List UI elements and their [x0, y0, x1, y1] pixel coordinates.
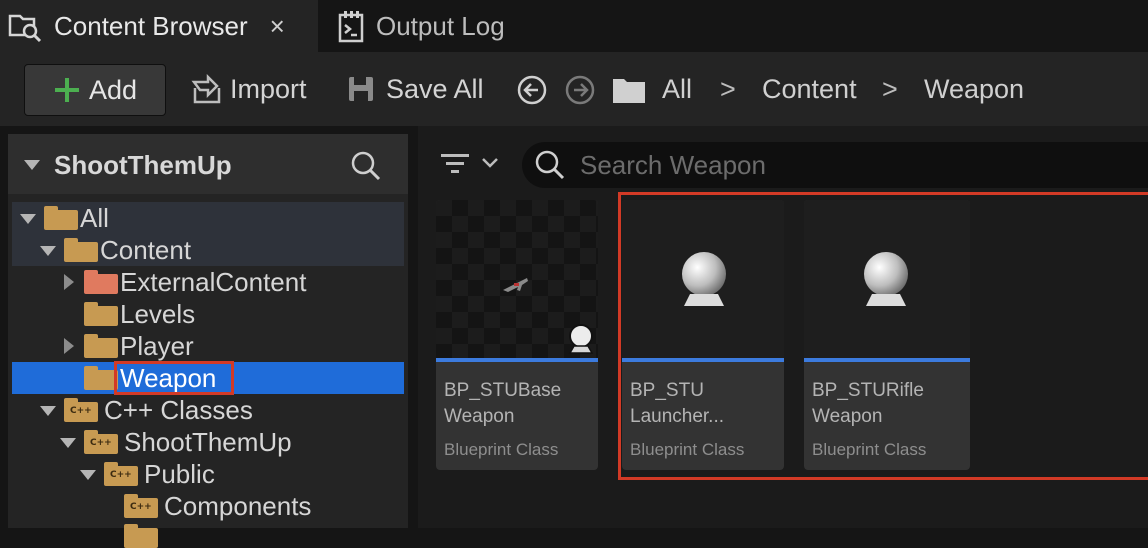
- tree-item-externalcontent[interactable]: ExternalContent: [8, 266, 408, 298]
- search-icon: [534, 149, 566, 181]
- asset-type-strip: [436, 358, 598, 362]
- tree-item-label: Public: [144, 458, 215, 489]
- search-placeholder: Search Weapon: [580, 150, 766, 180]
- tree-item-label: Player: [120, 330, 194, 361]
- import-button[interactable]: Import: [190, 64, 307, 114]
- filter-icon[interactable]: [440, 152, 470, 176]
- folder-icon[interactable]: [612, 76, 646, 104]
- folder-icon: [84, 334, 118, 358]
- folder-icon: [84, 302, 118, 326]
- chevron-right-icon[interactable]: [64, 274, 74, 290]
- search-input[interactable]: Search Weapon: [522, 142, 1148, 188]
- search-icon[interactable]: [350, 150, 382, 182]
- add-button-label: Add: [88, 74, 138, 105]
- tree-item-label: Content: [100, 234, 192, 265]
- tree-item-label: Components: [164, 490, 312, 521]
- sources-header[interactable]: ShootThemUp: [8, 134, 408, 194]
- import-button-label: Import: [230, 73, 307, 104]
- annotation-highlight-box: [114, 361, 234, 395]
- folder-open-icon: [44, 206, 78, 230]
- tree-item-content[interactable]: Content: [8, 234, 408, 266]
- chevron-down-icon[interactable]: [40, 246, 56, 256]
- folder-icon: [84, 270, 118, 294]
- chevron-down-icon[interactable]: [80, 470, 96, 480]
- chevron-down-icon[interactable]: [24, 160, 40, 170]
- asset-name-line-2: Weapon: [444, 406, 515, 427]
- tab-content-browser[interactable]: Content Browser ×: [0, 0, 318, 52]
- tree-item-label: ShootThemUp: [124, 426, 292, 457]
- breadcrumb-item-all[interactable]: All: [662, 64, 692, 114]
- chevron-down-icon[interactable]: [40, 406, 56, 416]
- chevron-down-icon[interactable]: [60, 438, 76, 448]
- asset-thumbnail: [436, 200, 598, 360]
- add-button[interactable]: Add: [24, 64, 166, 116]
- tree-item-label: Levels: [120, 298, 196, 329]
- tree-item-label: All: [80, 202, 109, 233]
- tree-item-public[interactable]: C++ Public: [8, 458, 408, 490]
- asset-type-label: Blueprint Class: [444, 440, 559, 459]
- tree-item-cpp-classes[interactable]: C++ C++ Classes: [8, 394, 408, 426]
- tree-item-all[interactable]: All: [8, 202, 408, 234]
- tree-item-components[interactable]: C++ Components: [8, 490, 408, 522]
- asset-name-line-1: BP_STUBase: [444, 380, 562, 401]
- tab-output-log-label: Output Log: [376, 10, 505, 41]
- sources-title: ShootThemUp: [54, 150, 232, 180]
- breadcrumb-item-content[interactable]: Content: [762, 64, 857, 114]
- close-icon[interactable]: ×: [270, 11, 285, 42]
- save-all-button[interactable]: Save All: [346, 64, 484, 114]
- blueprint-sphere-icon: [564, 322, 598, 356]
- folder-open-icon: [64, 238, 98, 262]
- sources-panel: ShootThemUp All Content ExternalContent …: [8, 134, 408, 548]
- cpp-folder-icon: C++: [104, 462, 138, 486]
- tab-bar: Content Browser × Output Log: [0, 0, 1148, 52]
- save-icon: [346, 74, 376, 104]
- tree-item-shootthemup[interactable]: C++ ShootThemUp: [8, 426, 408, 458]
- chevron-right-icon[interactable]: >: [882, 64, 898, 114]
- chevron-right-icon[interactable]: >: [720, 64, 736, 114]
- forward-arrow-icon[interactable]: [564, 74, 596, 106]
- asset-tile-bp-stubase-weapon[interactable]: BP_STUBase Weapon Blueprint Class: [436, 200, 598, 470]
- tree-item-levels[interactable]: Levels: [8, 298, 408, 330]
- output-log-icon: [336, 9, 366, 43]
- annotation-highlight-box: [618, 192, 1148, 480]
- cpp-folder-icon: C++: [84, 430, 118, 454]
- asset-name: BP_STUBase Weapon: [444, 378, 594, 430]
- cpp-folder-icon: C++: [64, 398, 98, 422]
- save-all-button-label: Save All: [386, 73, 484, 104]
- cpp-folder-icon: C++: [124, 494, 158, 518]
- chevron-right-icon[interactable]: [64, 338, 74, 354]
- back-arrow-icon[interactable]: [516, 74, 548, 106]
- rifle-icon: [500, 274, 530, 298]
- chevron-down-icon[interactable]: [20, 214, 36, 224]
- content-browser-icon: [8, 8, 44, 44]
- breadcrumb-item-weapon[interactable]: Weapon: [924, 64, 1024, 114]
- tree-item-label: ExternalContent: [120, 266, 307, 297]
- tree-item-label: C++ Classes: [104, 394, 253, 425]
- tab-content-browser-label: Content Browser: [54, 10, 248, 41]
- folder-icon: [84, 366, 118, 390]
- tab-output-log[interactable]: Output Log: [330, 0, 550, 52]
- plus-icon: [53, 76, 81, 104]
- toolbar: Add Import Save All All > Content > Weap…: [0, 52, 1148, 126]
- chevron-down-icon[interactable]: [480, 156, 500, 170]
- asset-view: Search Weapon BP_STUBase Weapon Blueprin…: [418, 126, 1148, 528]
- import-icon: [190, 72, 224, 106]
- tree-item-player[interactable]: Player: [8, 330, 408, 362]
